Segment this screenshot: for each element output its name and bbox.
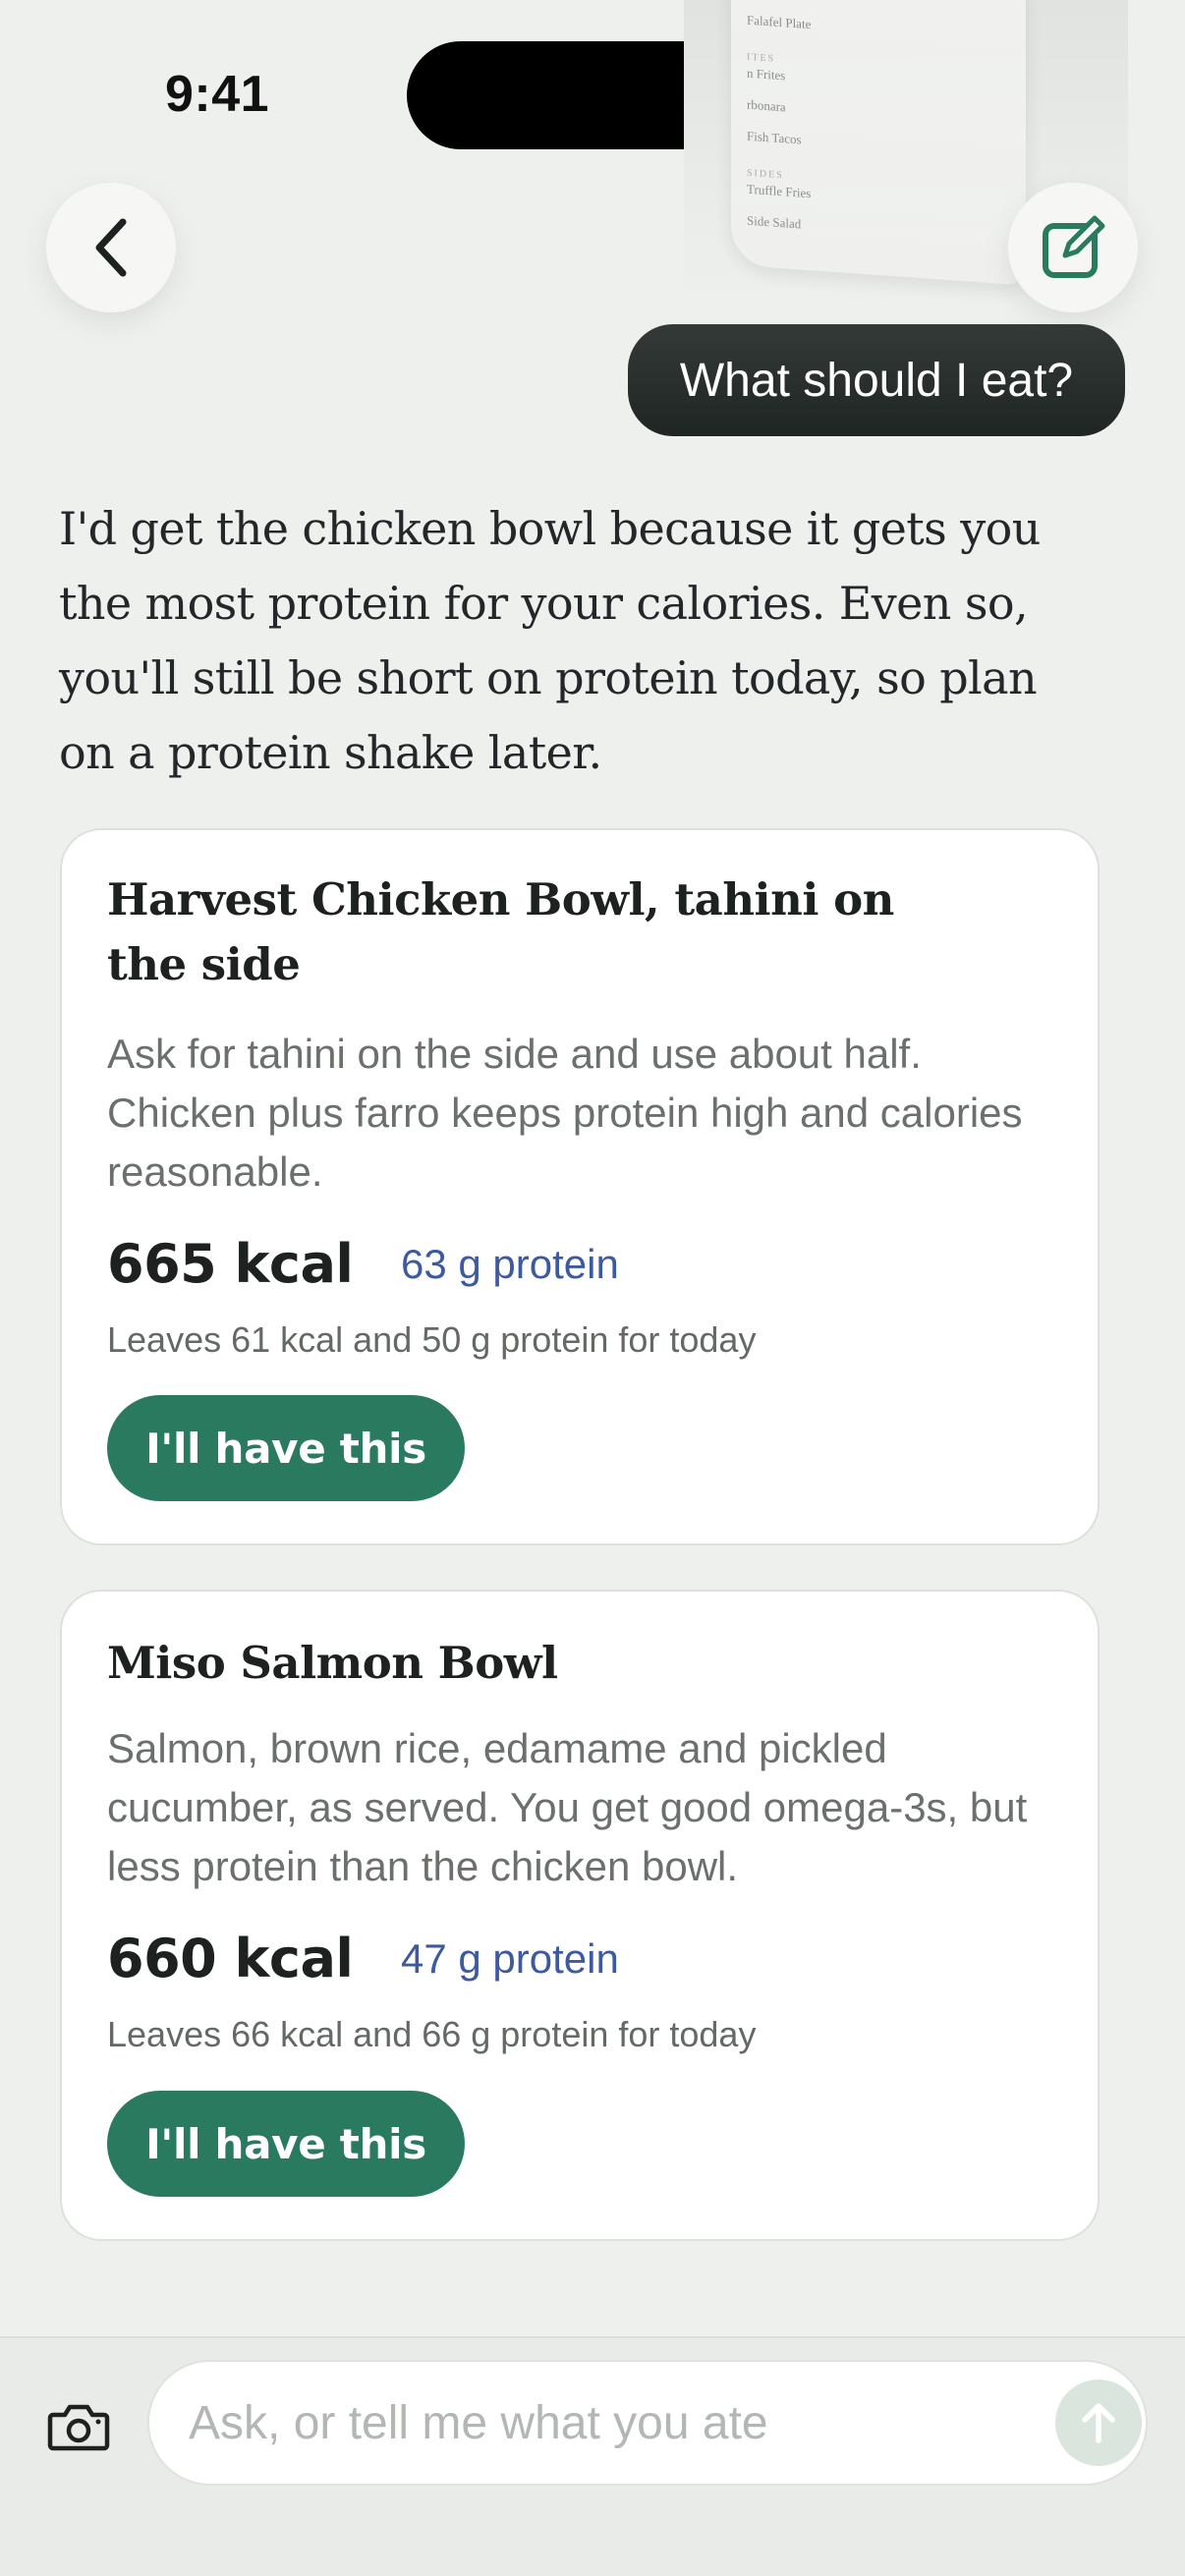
meal-title: Harvest Chicken Bowl, tahini on the side	[107, 873, 894, 990]
user-message-bubble: What should I eat?	[628, 324, 1125, 436]
meal-kcal: 665 kcal	[107, 1233, 354, 1295]
meal-description: Ask for tahini on the side and use about…	[107, 1031, 1023, 1195]
recommendation-card: Harvest Chicken Bowl, tahini on the side…	[60, 828, 1100, 1545]
meal-description: Salmon, brown rice, edamame and pickled …	[107, 1725, 1028, 1889]
chat-input-wrapper	[147, 2360, 1148, 2486]
remaining-budget: Leaves 61 kcal and 50 g protein for toda…	[107, 1319, 757, 1360]
choose-meal-button[interactable]: I'll have this	[107, 1395, 465, 1501]
remaining-budget: Leaves 66 kcal and 66 g protein for toda…	[107, 2014, 757, 2054]
meal-protein: 63 g protein	[401, 1241, 619, 1287]
chat-input[interactable]	[189, 2362, 1053, 2484]
menu-paper: Miso Salmon Bowl Falafel Plate ITESn Fri…	[731, 0, 1026, 286]
meal-protein: 47 g protein	[401, 1935, 619, 1982]
send-button[interactable]	[1055, 2380, 1142, 2466]
meal-title: Miso Salmon Bowl	[107, 1637, 558, 1689]
recommendation-card: Miso Salmon Bowl Salmon, brown rice, eda…	[60, 1590, 1100, 2241]
arrow-up-icon	[1082, 2403, 1115, 2443]
meal-kcal: 660 kcal	[107, 1928, 354, 1989]
back-button[interactable]	[46, 183, 176, 312]
camera-icon	[47, 2404, 110, 2451]
composer-bar	[0, 2336, 1185, 2576]
choose-meal-button[interactable]: I'll have this	[107, 2091, 465, 2197]
compose-icon	[1043, 215, 1105, 278]
status-time: 9:41	[165, 66, 270, 123]
assistant-message: I'd get the chicken bowl because it gets…	[59, 502, 1041, 779]
camera-button[interactable]	[39, 2387, 118, 2466]
compose-button[interactable]	[1008, 183, 1138, 312]
chevron-left-icon	[95, 218, 127, 277]
